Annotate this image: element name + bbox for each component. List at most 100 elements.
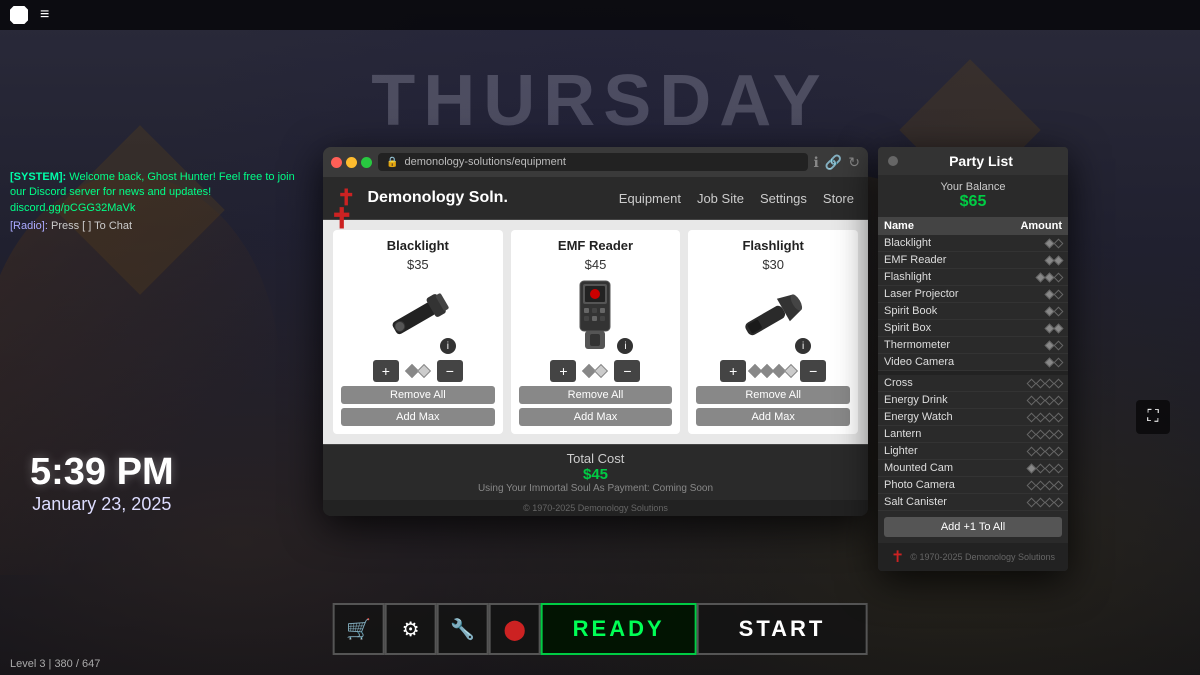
party-panel-header: Party List xyxy=(878,147,1068,175)
party-row-salt: Salt Canister xyxy=(878,494,1068,511)
diamond-2 xyxy=(417,364,431,378)
system-label: [SYSTEM]: xyxy=(10,171,66,183)
equip-card-emf: EMF Reader $45 i xyxy=(511,230,681,434)
start-button[interactable]: START xyxy=(697,603,868,655)
party-table: Name Amount Blacklight EMF Reader Flashl… xyxy=(878,217,1068,511)
level-bar: Level 3 | 380 / 647 xyxy=(10,658,100,670)
info-icon[interactable]: ℹ xyxy=(814,154,819,171)
party-row-lighter: Lighter xyxy=(878,443,1068,460)
equipment-grid: Blacklight $35 i + − Remove All xyxy=(323,220,868,444)
radio-text: Press [ ] To Chat xyxy=(51,220,132,232)
party-row-spiritbook: Spirit Book xyxy=(878,303,1068,320)
qty-minus-emf[interactable]: − xyxy=(614,360,640,382)
equip-name-flashlight: Flashlight xyxy=(742,238,803,253)
party-row-blacklight: Blacklight xyxy=(878,235,1068,252)
qty-controls-emf: + − xyxy=(550,360,640,382)
menu-icon[interactable]: ≡ xyxy=(40,6,49,24)
site-name: Demonology Soln. xyxy=(367,189,606,207)
remove-all-blacklight[interactable]: Remove All xyxy=(341,386,495,404)
browser-actions: ℹ 🔗 ↻ xyxy=(814,154,861,171)
browser-window: 🔒 demonology-solutions/equipment ℹ 🔗 ↻ ✝… xyxy=(323,147,868,516)
minimize-btn[interactable] xyxy=(346,157,357,168)
total-note: Using Your Immortal Soul As Payment: Com… xyxy=(337,483,854,494)
equip-card-flashlight: Flashlight $30 i + − xyxy=(688,230,858,434)
traffic-lights xyxy=(331,157,372,168)
party-balance: Your Balance $65 xyxy=(878,175,1068,217)
browser-chrome: 🔒 demonology-solutions/equipment ℹ 🔗 ↻ xyxy=(323,147,868,177)
total-cost-bar: Total Cost $45 Using Your Immortal Soul … xyxy=(323,444,868,500)
equip-card-blacklight: Blacklight $35 i + − Remove All xyxy=(333,230,503,434)
nav-settings[interactable]: Settings xyxy=(760,191,807,206)
clock-time: 5:39 PM xyxy=(30,451,174,494)
party-panel-footer: ✝ © 1970-2025 Demonology Solutions xyxy=(878,543,1068,571)
qty-diamonds-blacklight xyxy=(403,366,433,376)
party-panel: Party List Your Balance $65 Name Amount … xyxy=(878,147,1068,571)
party-row-energydrink: Energy Drink xyxy=(878,392,1068,409)
roblox-topbar: ≡ xyxy=(0,0,1200,30)
maximize-btn[interactable] xyxy=(361,157,372,168)
site-header: ✝ Demonology Soln. Equipment Job Site Se… xyxy=(323,177,868,220)
clock-date: January 23, 2025 xyxy=(30,494,174,515)
bottom-toolbar: 🛒 ⚙ 🔧 ⬤ READY START xyxy=(333,603,868,655)
ready-button[interactable]: READY xyxy=(541,603,697,655)
qty-plus-emf[interactable]: + xyxy=(550,360,576,382)
party-row-photocam: Photo Camera xyxy=(878,477,1068,494)
equip-name-emf: EMF Reader xyxy=(558,238,633,253)
equip-name-blacklight: Blacklight xyxy=(387,238,449,253)
toolbar-cart-btn[interactable]: 🛒 xyxy=(333,603,385,655)
qty-diamonds-flashlight xyxy=(750,366,796,376)
nav-equipment[interactable]: Equipment xyxy=(619,191,681,206)
remove-all-emf[interactable]: Remove All xyxy=(519,386,673,404)
equip-info-blacklight[interactable]: i xyxy=(440,338,456,354)
party-row-energywatch: Energy Watch xyxy=(878,409,1068,426)
nav-jobsite[interactable]: Job Site xyxy=(697,191,744,206)
party-row-mountedcam: Mounted Cam xyxy=(878,460,1068,477)
qty-plus-blacklight[interactable]: + xyxy=(373,360,399,382)
add-max-flashlight[interactable]: Add Max xyxy=(696,408,850,426)
close-btn[interactable] xyxy=(331,157,342,168)
radio-message: [Radio]: Press [ ] To Chat xyxy=(10,220,300,232)
qty-controls-blacklight: + − xyxy=(373,360,463,382)
balance-amount: $65 xyxy=(884,193,1062,211)
site-nav: Equipment Job Site Settings Store xyxy=(619,191,854,206)
col-header-name: Name xyxy=(884,220,1002,232)
equip-info-flashlight[interactable]: i xyxy=(795,338,811,354)
clock-area: 5:39 PM January 23, 2025 xyxy=(30,451,174,515)
share-icon[interactable]: 🔗 xyxy=(825,154,842,171)
equip-image-emf: i xyxy=(555,276,635,356)
total-label: Total Cost xyxy=(337,451,854,466)
party-row-videocam: Video Camera xyxy=(878,354,1068,371)
browser-footer: © 1970-2025 Demonology Solutions xyxy=(323,500,868,516)
toolbar-tool-btn[interactable]: 🔧 xyxy=(437,603,489,655)
add-max-emf[interactable]: Add Max xyxy=(519,408,673,426)
footer-cross-icon: ✝ xyxy=(891,547,904,567)
url-bar[interactable]: 🔒 demonology-solutions/equipment xyxy=(378,153,808,171)
balance-label: Your Balance xyxy=(884,181,1062,193)
remove-all-flashlight[interactable]: Remove All xyxy=(696,386,850,404)
radio-label: [Radio]: xyxy=(10,220,48,232)
diamond-4 xyxy=(784,364,798,378)
add-max-blacklight[interactable]: Add Max xyxy=(341,408,495,426)
equip-image-flashlight: i xyxy=(733,276,813,356)
party-row-emf: EMF Reader xyxy=(878,252,1068,269)
qty-diamonds-emf xyxy=(580,366,610,376)
chat-area: [SYSTEM]: Welcome back, Ghost Hunter! Fe… xyxy=(10,170,300,232)
nav-store[interactable]: Store xyxy=(823,191,854,206)
equip-price-emf: $45 xyxy=(585,257,607,272)
system-message: [SYSTEM]: Welcome back, Ghost Hunter! Fe… xyxy=(10,170,300,216)
day-title: THURSDAY xyxy=(371,60,828,142)
refresh-icon[interactable]: ↻ xyxy=(848,154,860,171)
equip-info-emf[interactable]: i xyxy=(617,338,633,354)
qty-minus-flashlight[interactable]: − xyxy=(800,360,826,382)
equip-image-blacklight: i xyxy=(378,276,458,356)
qty-plus-flashlight[interactable]: + xyxy=(720,360,746,382)
toolbar-special-btn[interactable]: ⬤ xyxy=(489,603,541,655)
screenshot-btn[interactable]: ⛶ xyxy=(1136,400,1170,434)
diamond-2 xyxy=(594,364,608,378)
add-all-btn[interactable]: Add +1 To All xyxy=(884,517,1062,537)
total-amount: $45 xyxy=(337,466,854,483)
qty-minus-blacklight[interactable]: − xyxy=(437,360,463,382)
toolbar-settings-btn[interactable]: ⚙ xyxy=(385,603,437,655)
party-row-lantern: Lantern xyxy=(878,426,1068,443)
party-title: Party List xyxy=(904,153,1058,169)
